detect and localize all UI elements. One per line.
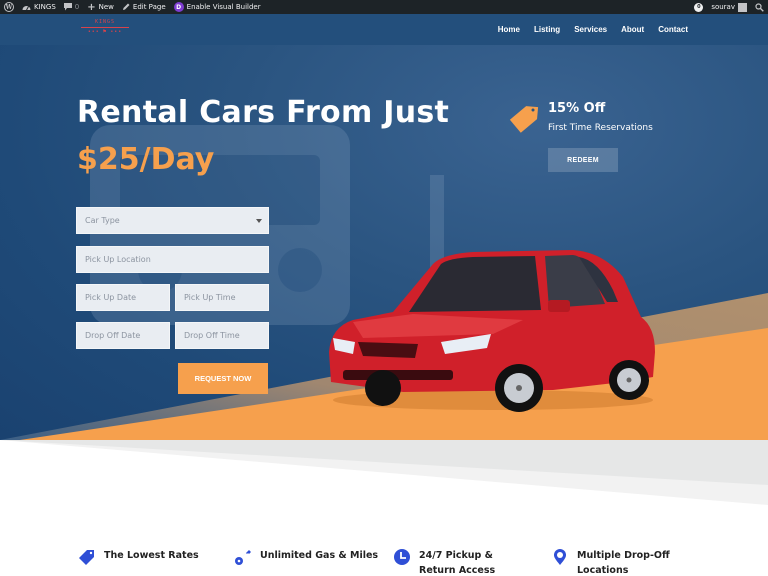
dropoff-time-input[interactable]: Drop Off Time bbox=[175, 322, 269, 349]
map-pin-icon bbox=[551, 548, 569, 566]
features-section: The Lowest Rates Unlimited Gas & Miles 2… bbox=[0, 440, 768, 576]
new-label: New bbox=[98, 3, 114, 11]
logo-text: KINGS bbox=[94, 19, 116, 25]
clock-icon bbox=[393, 548, 411, 566]
pickup-time-placeholder: Pick Up Time bbox=[184, 293, 236, 302]
promo-title: 15% Off bbox=[548, 101, 606, 116]
request-now-button[interactable]: REQUEST NOW bbox=[178, 363, 268, 394]
redeem-button[interactable]: REDEEM bbox=[548, 148, 618, 172]
wp-logo-button[interactable]: W bbox=[0, 0, 18, 14]
search-icon bbox=[755, 2, 764, 12]
comment-icon bbox=[63, 3, 72, 11]
dropoff-time-placeholder: Drop Off Time bbox=[184, 331, 240, 340]
section-divider-shape bbox=[0, 440, 768, 505]
site-name: KINGS bbox=[34, 3, 56, 11]
site-logo[interactable]: KINGS ••• ⚑ ••• bbox=[81, 19, 129, 39]
my-account-link[interactable]: sourav bbox=[707, 0, 751, 14]
comments-link[interactable]: 0 bbox=[60, 0, 83, 14]
dashboard-icon bbox=[22, 3, 31, 11]
tag-icon bbox=[509, 106, 539, 133]
nav-services[interactable]: Services bbox=[574, 25, 607, 34]
pickup-time-input[interactable]: Pick Up Time bbox=[175, 284, 269, 311]
logo-divider bbox=[81, 27, 129, 28]
dropoff-date-placeholder: Drop Off Date bbox=[85, 331, 141, 340]
hero-headline: Rental Cars From Just bbox=[77, 95, 450, 130]
feature-multiple-dropoff: Multiple Drop-Off Locations bbox=[551, 548, 687, 576]
visual-builder-label: Enable Visual Builder bbox=[186, 3, 261, 11]
avatar bbox=[738, 2, 747, 12]
site-header: KINGS ••• ⚑ ••• Home Listing Services Ab… bbox=[0, 14, 768, 45]
site-name-link[interactable]: KINGS bbox=[18, 0, 60, 14]
nav-contact[interactable]: Contact bbox=[658, 25, 688, 34]
comments-count: 0 bbox=[74, 3, 80, 11]
edit-page-label: Edit Page bbox=[132, 3, 166, 11]
car-type-select[interactable]: Car Type bbox=[76, 207, 269, 234]
pickup-location-input[interactable]: Pick Up Location bbox=[76, 246, 269, 273]
feature-unlimited-gas: Unlimited Gas & Miles bbox=[234, 548, 380, 566]
feature-title: 24/7 Pickup & Return Access bbox=[419, 550, 496, 576]
new-content-link[interactable]: + New bbox=[83, 0, 118, 14]
main-nav: Home Listing Services About Contact bbox=[498, 14, 688, 45]
pickup-date-placeholder: Pick Up Date bbox=[85, 293, 137, 302]
key-icon bbox=[234, 548, 252, 566]
feature-24-7-access: 24/7 Pickup & Return Access bbox=[393, 548, 529, 576]
nav-listing[interactable]: Listing bbox=[534, 25, 560, 34]
hero-section: Rental Cars From Just $25/Day 15% Off Fi… bbox=[0, 45, 768, 440]
wp-admin-bar: W KINGS 0 + New Edit Page D Enable Visua… bbox=[0, 0, 768, 14]
promo-subtitle: First Time Reservations bbox=[548, 123, 653, 133]
feature-title: Multiple Drop-Off Locations bbox=[577, 550, 670, 576]
hero-price: $25/Day bbox=[77, 142, 215, 177]
feature-title: Unlimited Gas & Miles bbox=[260, 550, 379, 561]
edit-page-link[interactable]: Edit Page bbox=[118, 0, 170, 14]
divi-icon: D bbox=[173, 2, 184, 12]
wordpress-icon: W bbox=[4, 2, 14, 12]
plus-icon: + bbox=[87, 1, 96, 13]
tag-icon bbox=[78, 548, 96, 566]
chevron-down-icon bbox=[256, 219, 262, 223]
red-car-image bbox=[329, 250, 655, 412]
pickup-location-placeholder: Pick Up Location bbox=[85, 255, 151, 264]
feature-title: The Lowest Rates bbox=[104, 550, 199, 561]
notifications-button[interactable]: 0 bbox=[690, 0, 707, 14]
pencil-icon bbox=[122, 3, 130, 11]
admin-search-button[interactable] bbox=[751, 0, 768, 14]
dropoff-date-input[interactable]: Drop Off Date bbox=[76, 322, 170, 349]
visual-builder-link[interactable]: D Enable Visual Builder bbox=[170, 0, 265, 14]
notification-count: 0 bbox=[694, 2, 704, 12]
username: sourav bbox=[711, 3, 735, 11]
nav-home[interactable]: Home bbox=[498, 25, 520, 34]
nav-about[interactable]: About bbox=[621, 25, 644, 34]
car-type-value: Car Type bbox=[85, 216, 120, 225]
pickup-date-input[interactable]: Pick Up Date bbox=[76, 284, 170, 311]
feature-lowest-rates: The Lowest Rates bbox=[78, 548, 214, 566]
logo-ornament: ••• ⚑ ••• bbox=[87, 29, 123, 35]
